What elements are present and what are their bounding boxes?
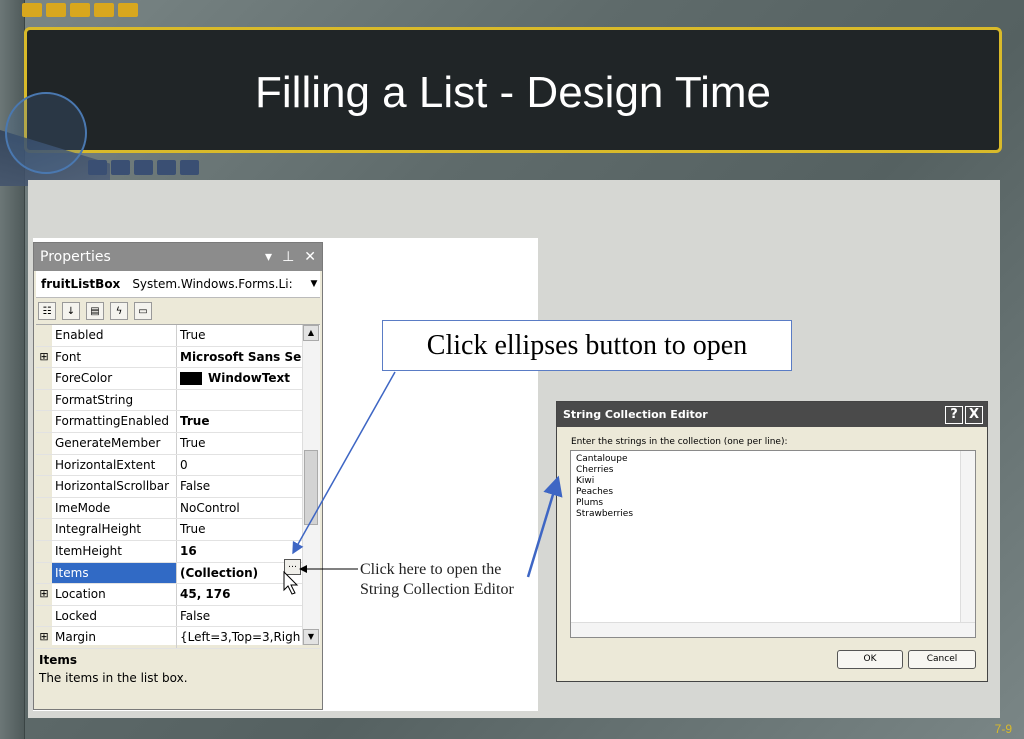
expand-icon[interactable]: ⊞ bbox=[36, 584, 52, 605]
property-value[interactable]: WindowText bbox=[177, 368, 302, 389]
callout-box: Click ellipses button to open bbox=[382, 320, 792, 371]
property-name: Font bbox=[52, 346, 177, 368]
horizontal-scrollbar[interactable] bbox=[571, 622, 975, 637]
blue-squares-decoration bbox=[88, 160, 199, 175]
slide-title: Filling a List - Design Time bbox=[255, 68, 771, 117]
property-row[interactable]: GenerateMember True bbox=[36, 432, 320, 455]
description-text: The items in the list box. bbox=[39, 671, 188, 685]
dialog-title: String Collection Editor bbox=[563, 408, 708, 421]
annotation-line-1: Click here to open the bbox=[360, 561, 502, 578]
property-row[interactable]: HorizontalScrollbar False bbox=[36, 476, 320, 498]
property-name: HorizontalScrollbar bbox=[52, 476, 177, 497]
property-name: FormatString bbox=[52, 389, 177, 411]
color-swatch bbox=[180, 372, 202, 386]
property-row[interactable]: IntegralHeight True bbox=[36, 519, 320, 541]
property-name: Location bbox=[52, 584, 177, 605]
property-name: FormattingEnabled bbox=[52, 411, 177, 432]
properties-title: Properties bbox=[40, 249, 111, 265]
property-value[interactable]: True bbox=[177, 433, 302, 454]
property-pages-icon[interactable]: ▭ bbox=[134, 302, 152, 320]
property-name: Locked bbox=[52, 605, 177, 627]
property-value[interactable]: True bbox=[177, 325, 302, 346]
property-value[interactable]: Microsoft Sans Se bbox=[177, 347, 302, 368]
ellipsis-button[interactable]: … bbox=[284, 559, 301, 575]
property-row[interactable]: ⊞ Location 45, 176 bbox=[36, 584, 320, 606]
property-name: Items bbox=[52, 562, 177, 584]
chevron-down-icon[interactable]: ▼ bbox=[308, 279, 320, 289]
property-row[interactable]: FormatString bbox=[36, 389, 320, 412]
property-value[interactable]: False bbox=[177, 606, 302, 627]
object-type: System.Windows.Forms.Li: bbox=[132, 277, 293, 291]
cancel-button[interactable]: Cancel bbox=[908, 650, 976, 669]
dropdown-icon[interactable]: ▾ bbox=[265, 249, 272, 265]
alphabetical-icon[interactable]: ↓ bbox=[62, 302, 80, 320]
events-icon[interactable]: ϟ bbox=[110, 302, 128, 320]
object-name: fruitListBox bbox=[41, 277, 121, 291]
description-title: Items bbox=[39, 653, 77, 667]
property-name: ImeMode bbox=[52, 497, 177, 519]
property-value[interactable]: {Left=3,Top=3,Righ bbox=[177, 627, 302, 648]
categorized-icon[interactable]: ☷ bbox=[38, 302, 56, 320]
properties-toolbar: ☷ ↓ ▤ ϟ ▭ bbox=[34, 298, 322, 324]
property-value[interactable]: False bbox=[177, 476, 302, 497]
property-name: Enabled bbox=[52, 325, 177, 346]
ok-button[interactable]: OK bbox=[837, 650, 903, 669]
strings-textarea[interactable]: Cantaloupe Cherries Kiwi Peaches Plums S… bbox=[570, 450, 976, 638]
property-row[interactable]: ItemHeight 16 bbox=[36, 540, 320, 563]
scroll-down-icon[interactable]: ▼ bbox=[303, 629, 319, 645]
property-value[interactable]: True bbox=[177, 411, 302, 432]
property-grid: Enabled True ⊞ Font Microsoft Sans Se Fo… bbox=[36, 324, 320, 649]
properties-icon[interactable]: ▤ bbox=[86, 302, 104, 320]
property-value[interactable]: 0 bbox=[177, 455, 302, 476]
property-row[interactable]: ForeColor WindowText bbox=[36, 368, 320, 390]
scroll-up-icon[interactable]: ▲ bbox=[303, 325, 319, 341]
properties-window: Properties ▾ ⊥ ✕ fruitListBox System.Win… bbox=[33, 242, 323, 710]
list-item: Plums bbox=[576, 498, 604, 508]
property-value[interactable] bbox=[177, 390, 302, 411]
property-name: ForeColor bbox=[52, 368, 177, 389]
property-row[interactable]: Locked False bbox=[36, 605, 320, 628]
property-row[interactable]: ⊞ Margin {Left=3,Top=3,Righ bbox=[36, 627, 320, 649]
help-icon[interactable]: ? bbox=[945, 405, 963, 424]
close-icon[interactable]: X bbox=[965, 405, 983, 424]
vertical-scrollbar[interactable]: ▲ ▼ bbox=[302, 325, 320, 645]
list-item: Cherries bbox=[576, 465, 614, 475]
property-row[interactable]: ⊞ Font Microsoft Sans Se bbox=[36, 346, 320, 369]
list-item: Peaches bbox=[576, 487, 614, 497]
property-name: HorizontalExtent bbox=[52, 454, 177, 476]
description-pane: Items The items in the list box. bbox=[34, 645, 322, 693]
annotation-line-2: String Collection Editor bbox=[360, 581, 514, 598]
dialog-titlebar: String Collection Editor ? X bbox=[557, 402, 987, 427]
property-value[interactable]: 45, 176 bbox=[177, 584, 302, 605]
property-row[interactable]: HorizontalExtent 0 bbox=[36, 454, 320, 477]
dialog-instruction: Enter the strings in the collection (one… bbox=[571, 437, 788, 447]
list-item: Strawberries bbox=[576, 509, 634, 519]
property-value[interactable]: NoControl bbox=[177, 498, 302, 519]
expand-icon[interactable]: ⊞ bbox=[36, 346, 52, 368]
page-number: 7-9 bbox=[994, 722, 1012, 736]
accent-circle-decoration bbox=[5, 92, 87, 174]
property-name: Margin bbox=[52, 627, 177, 648]
list-item: Kiwi bbox=[576, 476, 595, 486]
property-name: ItemHeight bbox=[52, 540, 177, 562]
expand-icon[interactable]: ⊞ bbox=[36, 627, 52, 648]
property-row[interactable]: ImeMode NoControl bbox=[36, 497, 320, 520]
property-name: GenerateMember bbox=[52, 432, 177, 454]
property-row[interactable]: Enabled True bbox=[36, 325, 320, 347]
scroll-thumb[interactable] bbox=[304, 450, 318, 525]
property-row[interactable]: FormattingEnabled True bbox=[36, 411, 320, 433]
annotation-note: Click here to open the String Collection… bbox=[360, 560, 514, 600]
property-name: IntegralHeight bbox=[52, 519, 177, 540]
list-item: Cantaloupe bbox=[576, 454, 628, 464]
property-row-items-selected[interactable]: Items (Collection) bbox=[36, 562, 320, 585]
close-icon[interactable]: ✕ bbox=[304, 249, 316, 265]
vertical-scrollbar[interactable] bbox=[960, 451, 975, 637]
title-banner: Filling a List - Design Time bbox=[24, 27, 1002, 153]
string-collection-editor-dialog: String Collection Editor ? X Enter the s… bbox=[556, 401, 988, 682]
gold-squares-decoration bbox=[22, 3, 138, 17]
object-selector[interactable]: fruitListBox System.Windows.Forms.Li: ▼ bbox=[36, 271, 320, 298]
pin-icon[interactable]: ⊥ bbox=[282, 249, 294, 265]
property-value[interactable]: True bbox=[177, 519, 302, 540]
properties-titlebar: Properties ▾ ⊥ ✕ bbox=[34, 243, 322, 271]
